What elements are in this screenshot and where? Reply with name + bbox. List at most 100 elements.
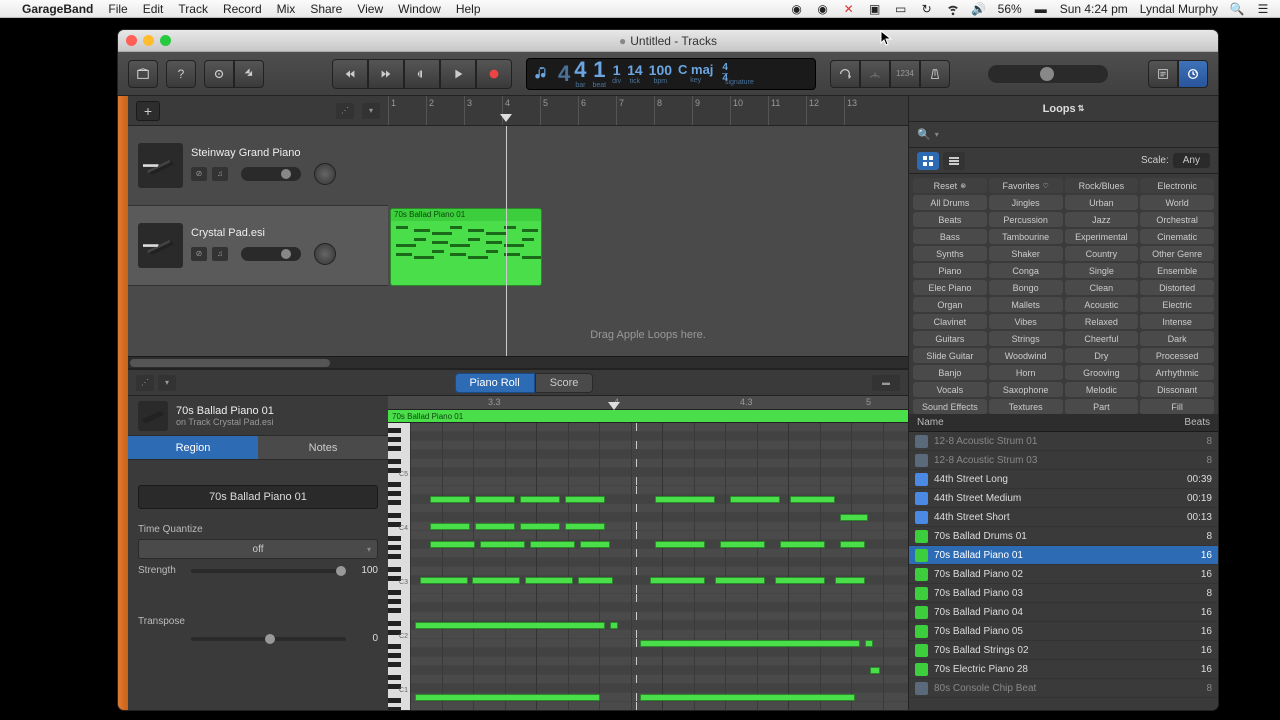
editors-button[interactable] [234, 60, 264, 88]
tag-arrhythmic[interactable]: Arrhythmic [1140, 365, 1214, 380]
metronome-button[interactable] [920, 60, 950, 88]
tag-shaker[interactable]: Shaker [989, 246, 1063, 261]
menu-view[interactable]: View [357, 2, 383, 16]
loop-item[interactable]: 70s Electric Piano 2816 [909, 660, 1218, 679]
loop-item[interactable]: 12-8 Acoustic Strum 018 [909, 432, 1218, 451]
loop-item[interactable]: 80s Console Chip Beat8 [909, 679, 1218, 698]
track-header-filter-icon[interactable]: ▾ [362, 103, 380, 119]
record-button[interactable] [476, 59, 512, 89]
tag-relaxed[interactable]: Relaxed [1065, 314, 1139, 329]
tag-strings[interactable]: Strings [989, 331, 1063, 346]
editor-config-icon[interactable]: ⋰ [136, 375, 154, 391]
tag-mallets[interactable]: Mallets [989, 297, 1063, 312]
arrange-hscroll[interactable] [128, 356, 908, 368]
tag-rock/blues[interactable]: Rock/Blues [1065, 178, 1139, 193]
menu-share[interactable]: Share [310, 2, 342, 16]
tag-ensemble[interactable]: Ensemble [1140, 263, 1214, 278]
cycle-button[interactable] [830, 60, 860, 88]
tag-piano[interactable]: Piano [913, 263, 987, 278]
note-grid[interactable] [410, 423, 908, 710]
menu-window[interactable]: Window [398, 2, 441, 16]
tag-beats[interactable]: Beats [913, 212, 987, 227]
loop-item[interactable]: 70s Ballad Piano 038 [909, 584, 1218, 603]
tab-region[interactable]: Region [128, 436, 258, 460]
tag-bongo[interactable]: Bongo [989, 280, 1063, 295]
tag-electronic[interactable]: Electronic [1140, 178, 1214, 193]
grid-view-button[interactable] [917, 152, 939, 170]
tag-saxophone[interactable]: Saxophone [989, 382, 1063, 397]
track-row[interactable]: Steinway Grand Piano ⊘ ♫ [128, 126, 388, 206]
tag-grooving[interactable]: Grooving [1065, 365, 1139, 380]
tag-cheerful[interactable]: Cheerful [1065, 331, 1139, 346]
tag-fill[interactable]: Fill [1140, 399, 1214, 414]
tab-piano-roll[interactable]: Piano Roll [455, 373, 535, 393]
track-volume[interactable] [241, 247, 301, 261]
notepad-button[interactable] [1148, 60, 1178, 88]
tag-dark[interactable]: Dark [1140, 331, 1214, 346]
tag-reset[interactable]: Reset ⊗ [913, 178, 987, 193]
midi-region[interactable]: 70s Ballad Piano 01 [390, 208, 542, 286]
tag-elec-piano[interactable]: Elec Piano [913, 280, 987, 295]
tag-part[interactable]: Part [1065, 399, 1139, 414]
piano-keys[interactable]: C5C4C3C2C1C0 [388, 423, 410, 710]
tag-jingles[interactable]: Jingles [989, 195, 1063, 210]
tag-distorted[interactable]: Distorted [1140, 280, 1214, 295]
tag-other-genre[interactable]: Other Genre [1140, 246, 1214, 261]
countin-button[interactable]: 1234 [890, 60, 920, 88]
loop-item[interactable]: 44th Street Medium00:19 [909, 489, 1218, 508]
tab-notes[interactable]: Notes [258, 436, 388, 460]
loop-item[interactable]: 70s Ballad Piano 0516 [909, 622, 1218, 641]
tag-slide-guitar[interactable]: Slide Guitar [913, 348, 987, 363]
headphone-button[interactable]: ♫ [212, 167, 228, 181]
arrange-area[interactable]: 70s Ballad Piano 01 Drag Apple Loops her… [388, 126, 908, 356]
rewind-button[interactable] [332, 59, 368, 89]
menu-help[interactable]: Help [456, 2, 481, 16]
tag-favorites[interactable]: Favorites ♡ [989, 178, 1063, 193]
spotlight-icon[interactable]: 🔍 [1230, 2, 1244, 16]
menu-file[interactable]: File [108, 2, 127, 16]
tag-all-drums[interactable]: All Drums [913, 195, 987, 210]
tag-vibes[interactable]: Vibes [989, 314, 1063, 329]
tag-synths[interactable]: Synths [913, 246, 987, 261]
column-view-button[interactable] [943, 152, 965, 170]
tag-processed[interactable]: Processed [1140, 348, 1214, 363]
tag-banjo[interactable]: Banjo [913, 365, 987, 380]
tag-horn[interactable]: Horn [989, 365, 1063, 380]
tag-clavinet[interactable]: Clavinet [913, 314, 987, 329]
tag-country[interactable]: Country [1065, 246, 1139, 261]
track-volume[interactable] [241, 167, 301, 181]
pianoroll-ruler[interactable]: 3.3 4 4.3 5 [388, 396, 908, 410]
add-track-button[interactable]: + [136, 101, 160, 121]
region-name-field[interactable]: 70s Ballad Piano 01 [138, 485, 378, 509]
minimize-button[interactable] [143, 35, 154, 46]
mute-button[interactable]: ⊘ [191, 167, 207, 181]
menu-mix[interactable]: Mix [277, 2, 296, 16]
playhead[interactable] [506, 126, 507, 356]
loop-item[interactable]: 12-8 Acoustic Strum 038 [909, 451, 1218, 470]
track-row[interactable]: Crystal Pad.esi ⊘ ♫ [128, 206, 388, 286]
loop-item[interactable]: 70s Ballad Strings 0216 [909, 641, 1218, 660]
quantize-select[interactable]: off [138, 539, 378, 559]
forward-button[interactable] [368, 59, 404, 89]
tag-sound-effects[interactable]: Sound Effects [913, 399, 987, 414]
tag-melodic[interactable]: Melodic [1065, 382, 1139, 397]
loop-item[interactable]: 70s Ballad Piano 0416 [909, 603, 1218, 622]
loops-button[interactable] [1178, 60, 1208, 88]
tag-dry[interactable]: Dry [1065, 348, 1139, 363]
tag-bass[interactable]: Bass [913, 229, 987, 244]
tag-cinematic[interactable]: Cinematic [1140, 229, 1214, 244]
smartcontrols-button[interactable] [204, 60, 234, 88]
notifications-icon[interactable]: ☰ [1256, 2, 1270, 16]
lcd-display[interactable]: 4 4bar 1beat 1div 14tick 100bpm C majkey… [526, 58, 816, 90]
library-button[interactable] [128, 60, 158, 88]
zoom-button[interactable] [160, 35, 171, 46]
transpose-slider[interactable] [191, 637, 346, 641]
quickhelp-button[interactable]: ? [166, 60, 196, 88]
col-name[interactable]: Name [917, 417, 944, 428]
tag-single[interactable]: Single [1065, 263, 1139, 278]
menu-track[interactable]: Track [178, 2, 208, 16]
tag-conga[interactable]: Conga [989, 263, 1063, 278]
loop-item[interactable]: 70s Ballad Drums 018 [909, 527, 1218, 546]
mute-button[interactable]: ⊘ [191, 247, 207, 261]
editor-zoom-icon[interactable]: ▬ [872, 375, 900, 391]
